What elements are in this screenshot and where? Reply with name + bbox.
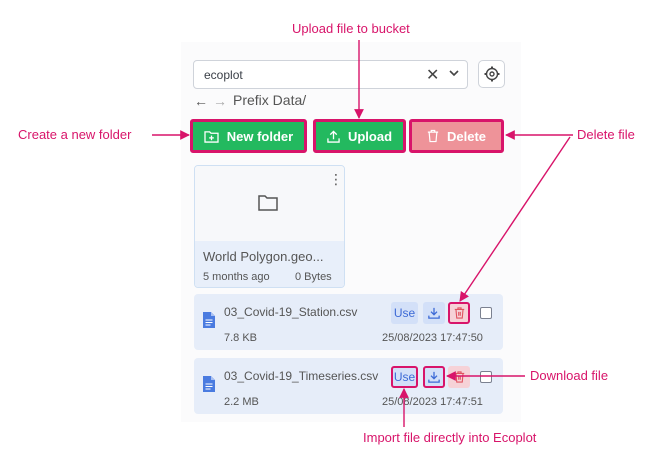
arrow-file-delete (459, 136, 571, 302)
annotation-arrows (152, 40, 573, 427)
